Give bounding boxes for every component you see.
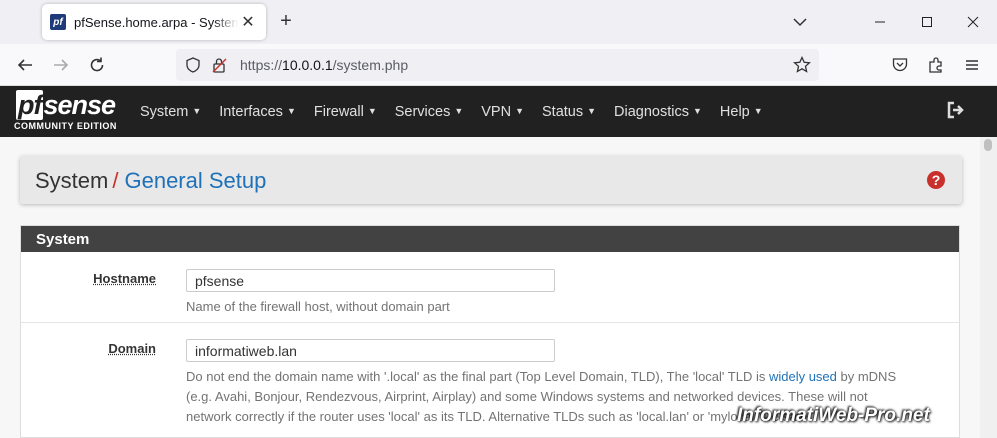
url-bar[interactable]: https://10.0.0.1/system.php	[176, 49, 819, 81]
menu-label: Status	[542, 103, 584, 120]
close-tab-icon[interactable]: ✕	[238, 12, 258, 32]
list-tabs-chevron-down-icon[interactable]	[790, 12, 810, 32]
widely-used-link[interactable]: widely used	[769, 369, 837, 384]
menu-label: VPN	[481, 103, 512, 120]
page-content: System/General Setup ? System Hostname N…	[0, 137, 980, 438]
domain-label: Domain	[108, 341, 156, 356]
menu-help[interactable]: Help ▼	[720, 104, 763, 120]
tab-title: pfSense.home.arpa - System: General Setu…	[74, 14, 238, 30]
browser-tab[interactable]: pf pfSense.home.arpa - System: General S…	[42, 4, 266, 40]
breadcrumb-current[interactable]: General Setup	[124, 168, 266, 193]
hostname-input[interactable]	[186, 269, 555, 292]
url-text[interactable]: https://10.0.0.1/system.php	[240, 57, 408, 73]
forward-arrow-icon[interactable]	[51, 55, 71, 75]
minimize-icon[interactable]	[870, 12, 890, 32]
hostname-label: Hostname	[93, 271, 156, 286]
close-window-icon[interactable]	[963, 12, 983, 32]
hamburger-menu-icon[interactable]	[962, 55, 982, 75]
menu-firewall[interactable]: Firewall ▼	[314, 104, 377, 120]
caret-down-icon: ▼	[515, 105, 525, 116]
breadcrumb-separator: /	[112, 168, 119, 193]
pfsense-logo[interactable]: pfsense COMMUNITY EDITION	[14, 90, 126, 134]
caret-down-icon: ▼	[753, 105, 763, 116]
extensions-puzzle-icon[interactable]	[926, 55, 946, 75]
logo-pf: pf	[16, 90, 44, 120]
menu-vpn[interactable]: VPN ▼	[481, 104, 524, 120]
pfsense-header: pfsense COMMUNITY EDITION System ▼ Interf…	[0, 86, 997, 137]
insecure-lock-icon[interactable]	[211, 56, 229, 79]
menu-label: Services	[394, 103, 451, 120]
domain-help-line1: Do not end the domain name with '.local'…	[186, 367, 956, 387]
maximize-icon[interactable]	[917, 12, 937, 32]
browser-navbar: https://10.0.0.1/system.php	[0, 44, 997, 86]
page-title: System / General Setup	[35, 168, 266, 194]
question-help-icon[interactable]: ?	[927, 171, 945, 189]
menu-interfaces[interactable]: Interfaces ▼	[219, 104, 296, 120]
help-text-part: Do not end the domain name with '.local'…	[186, 369, 769, 384]
menu-label: Interfaces	[219, 103, 283, 120]
pocket-icon[interactable]	[890, 55, 910, 75]
hostname-row: Hostname Name of the firewall host, with…	[21, 252, 959, 323]
url-prefix: https://	[240, 57, 283, 73]
logo-edition: COMMUNITY EDITION	[14, 121, 117, 131]
domain-input[interactable]	[186, 339, 555, 362]
help-text-part: by mDNS	[836, 369, 897, 384]
scrollbar-thumb[interactable]	[984, 139, 992, 151]
bookmark-star-icon[interactable]	[793, 55, 811, 79]
watermark: InformatiWeb-Pro.net	[737, 405, 930, 426]
main-menu: System ▼ Interfaces ▼ Firewall ▼ Services ▼ …	[140, 86, 781, 137]
menu-services[interactable]: Services ▼	[395, 104, 464, 120]
page-scrollbar[interactable]	[980, 137, 997, 438]
url-path: /system.php	[332, 57, 409, 73]
browser-tabstrip: pf pfSense.home.arpa - System: General S…	[0, 0, 997, 44]
menu-label: Firewall	[313, 103, 364, 120]
pfsense-favicon-icon: pf	[50, 14, 66, 30]
reload-icon[interactable]	[87, 55, 107, 75]
menu-label: Help	[719, 103, 750, 120]
panel-heading: System	[21, 226, 959, 252]
menu-status[interactable]: Status ▼	[542, 104, 596, 120]
back-arrow-icon[interactable]	[15, 55, 35, 75]
menu-label: System	[140, 103, 189, 120]
caret-down-icon: ▼	[286, 105, 296, 116]
caret-down-icon: ▼	[587, 105, 597, 116]
new-tab-icon[interactable]: +	[276, 11, 296, 32]
hostname-help: Name of the firewall host, without domai…	[186, 299, 450, 314]
logo-wordmark: pfsense	[16, 90, 116, 121]
menu-label: Diagnostics	[614, 103, 689, 120]
breadcrumb: System / General Setup ?	[20, 156, 962, 204]
logo-sense: sense	[43, 90, 116, 120]
tracking-shield-icon[interactable]	[185, 57, 201, 78]
domain-help-line2: (e.g. Avahi, Bonjour, Rendezvous, Airpri…	[186, 389, 868, 404]
caret-down-icon: ▼	[693, 105, 702, 116]
breadcrumb-root[interactable]: System	[35, 168, 108, 193]
url-host: 10.0.0.1	[282, 57, 333, 73]
logout-icon[interactable]	[946, 100, 968, 122]
caret-down-icon: ▼	[454, 105, 464, 116]
menu-system[interactable]: System ▼	[140, 104, 201, 120]
menu-diagnostics[interactable]: Diagnostics ▼	[614, 104, 702, 120]
caret-down-icon: ▼	[192, 105, 202, 116]
caret-down-icon: ▼	[367, 105, 377, 116]
